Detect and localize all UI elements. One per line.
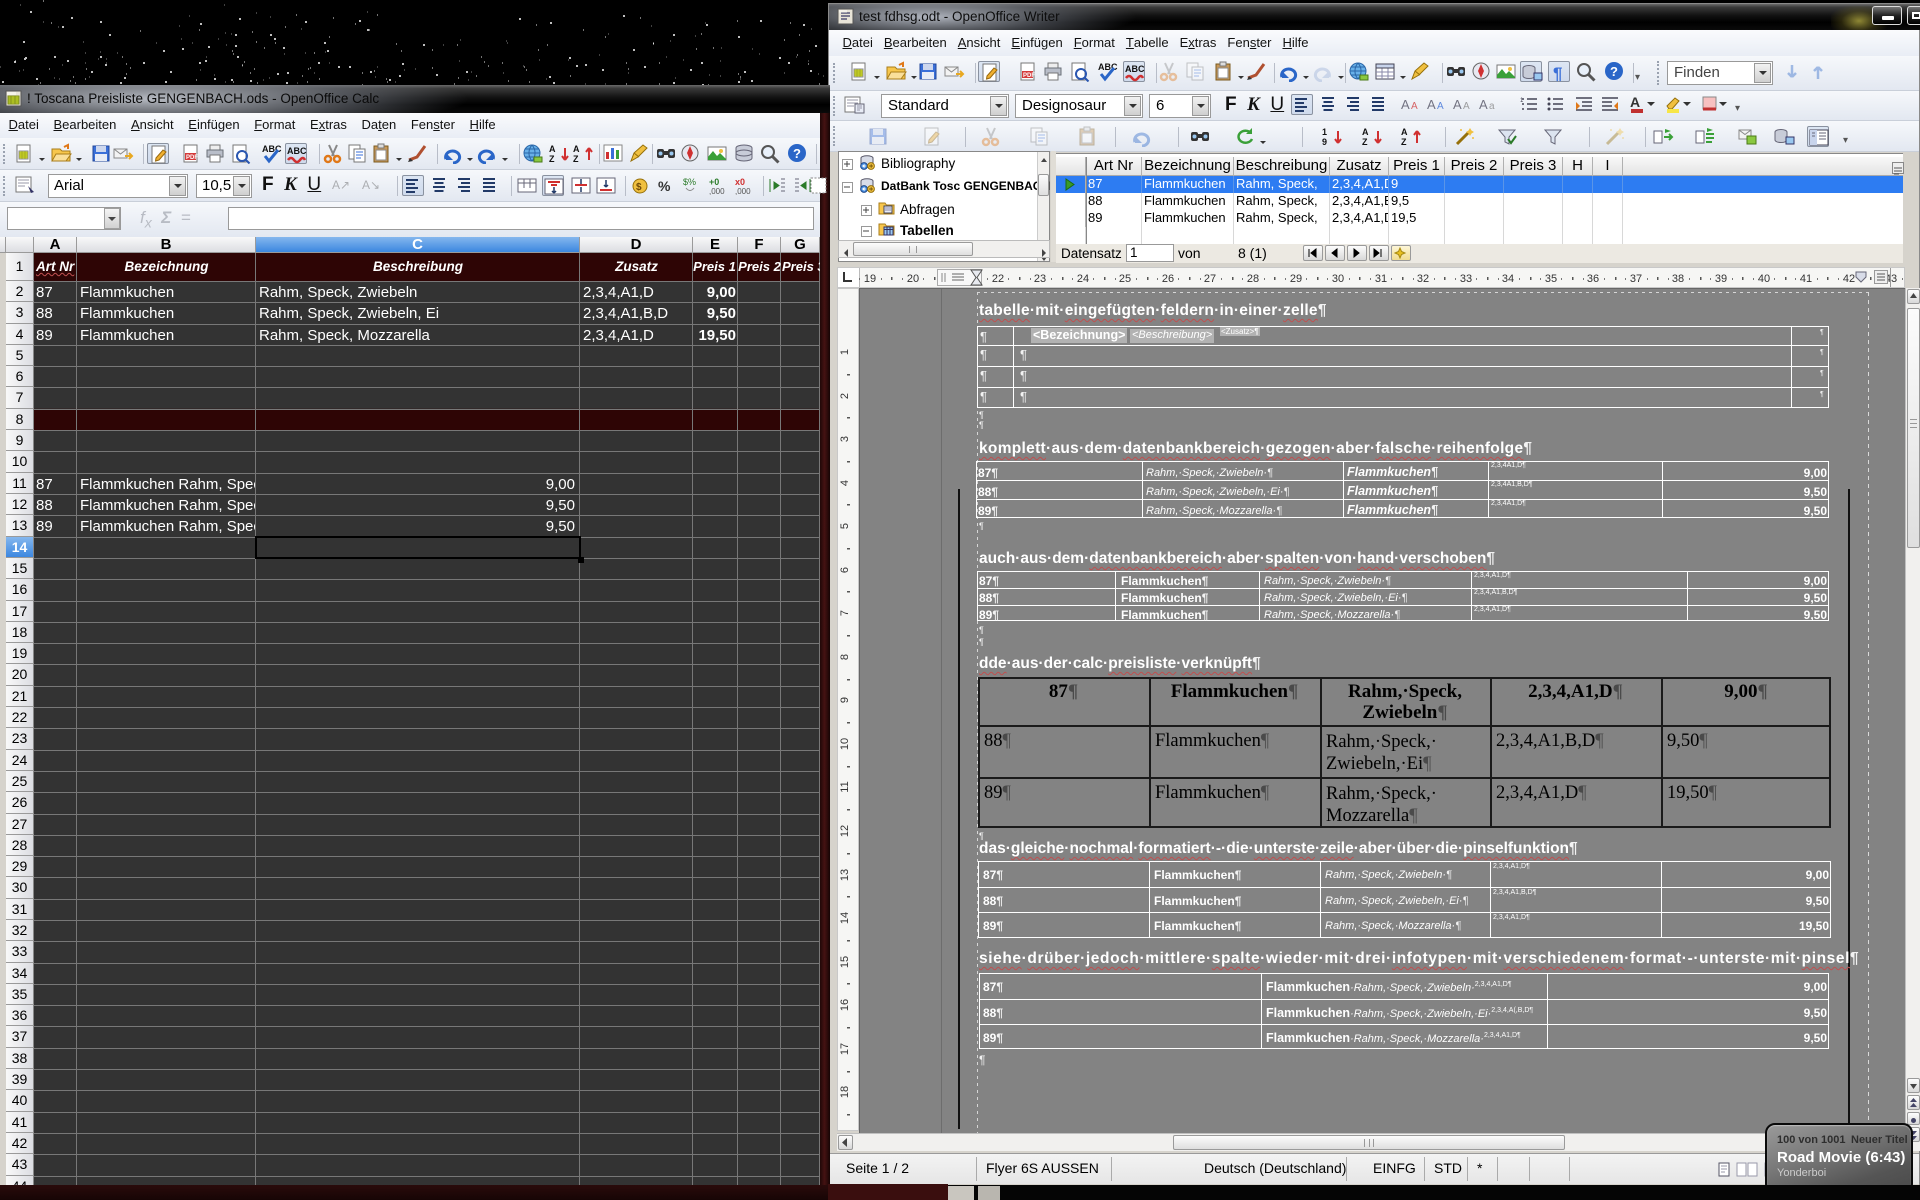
svg-text:33: 33 [1460,273,1472,285]
svg-text:9: 9 [839,697,851,703]
svg-text:13: 13 [839,869,851,881]
svg-text:26: 26 [1162,273,1174,285]
svg-text:3: 3 [839,436,851,442]
svg-text:15: 15 [839,956,851,968]
svg-text:40: 40 [1758,273,1770,285]
svg-text:Z: Z [573,154,579,164]
svg-text:7: 7 [839,610,851,616]
svg-text:ABC: ABC [262,144,282,154]
svg-text:Z: Z [1401,137,1407,147]
svg-text:24: 24 [1077,273,1089,285]
svg-text:PDF: PDF [186,155,198,161]
svg-text:¶: ¶ [1553,64,1562,83]
svg-text:A: A [1401,97,1410,112]
svg-text:30: 30 [1332,273,1344,285]
svg-text:38: 38 [1672,273,1684,285]
svg-text:41: 41 [1800,273,1812,285]
svg-text:%: % [658,178,671,194]
svg-text:17: 17 [839,1043,851,1055]
svg-text:37: 37 [1630,273,1642,285]
svg-text:+0: +0 [709,177,719,187]
svg-text:A: A [1401,127,1408,137]
svg-text:10: 10 [839,738,851,750]
svg-text:29: 29 [1290,273,1302,285]
svg-text:32: 32 [1417,273,1429,285]
svg-text:ABC: ABC [1098,62,1118,72]
svg-text:A: A [1411,101,1418,112]
svg-text:A: A [1479,97,1488,112]
svg-text:16: 16 [839,999,851,1011]
svg-text:ABC: ABC [1125,64,1145,74]
svg-text:PDF: PDF [1023,73,1035,79]
svg-text:31: 31 [1375,273,1387,285]
svg-text:14: 14 [839,912,851,924]
svg-text:A: A [1463,101,1470,112]
svg-text:6: 6 [839,567,851,573]
svg-text:22: 22 [992,273,1004,285]
svg-text:A: A [1630,94,1640,110]
svg-text:?: ? [793,146,801,161]
svg-text:Z: Z [1362,137,1368,147]
svg-text:23: 23 [1034,273,1046,285]
svg-text:A: A [1427,97,1436,112]
svg-text:12: 12 [839,825,851,837]
svg-text:9: 9 [1322,137,1327,147]
svg-text:19: 19 [864,273,876,285]
svg-text:36: 36 [1587,273,1599,285]
svg-text:,000: ,000 [735,187,751,196]
svg-text:Α: Α [1453,97,1462,112]
svg-text:25: 25 [1119,273,1131,285]
svg-text:A↘: A↘ [362,178,380,192]
svg-text:A↗: A↗ [332,178,350,192]
svg-text:18: 18 [839,1086,851,1098]
svg-text:Z: Z [549,154,555,164]
svg-text:,000: ,000 [709,187,725,196]
svg-text:A: A [573,144,580,154]
svg-text:$: $ [636,182,642,193]
svg-text:34: 34 [1502,273,1514,285]
svg-text:4: 4 [839,480,851,486]
svg-text:8: 8 [839,654,851,660]
svg-text:39: 39 [1715,273,1727,285]
svg-text:20: 20 [907,273,919,285]
svg-text:28: 28 [1247,273,1259,285]
svg-text:A: A [1437,101,1444,112]
svg-text:1: 1 [1322,127,1327,137]
svg-text:ABC: ABC [287,146,307,156]
svg-text:2: 2 [839,393,851,399]
svg-text:$%: $% [683,177,696,187]
svg-text:A: A [549,144,556,154]
svg-text:x0: x0 [735,177,745,187]
svg-text:5: 5 [839,523,851,529]
svg-text:a: a [1489,101,1495,112]
svg-text:11: 11 [839,781,851,792]
svg-text:1: 1 [839,349,851,355]
svg-text:A: A [1362,127,1369,137]
svg-text:27: 27 [1204,273,1216,285]
svg-text:?: ? [1610,64,1618,79]
svg-text:35: 35 [1545,273,1557,285]
